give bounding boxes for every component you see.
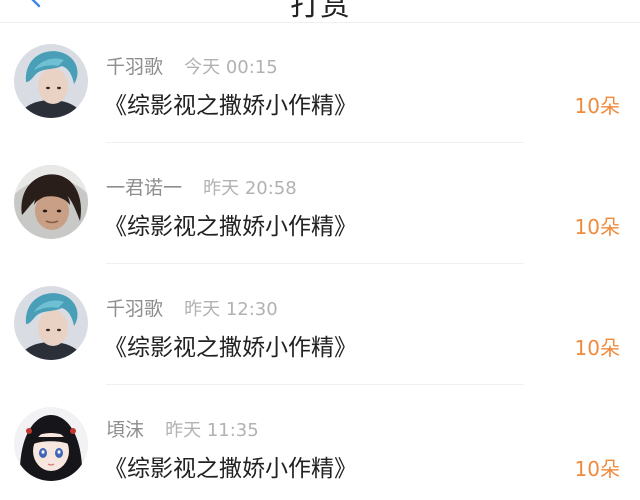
list-item[interactable]: 千羽歌 昨天 12:30 《综影视之撒娇小作精》 10朵 bbox=[0, 264, 640, 385]
username[interactable]: 一君诺一 bbox=[106, 177, 182, 199]
page-title: 打赏 bbox=[290, 0, 350, 23]
book-title[interactable]: 《综影视之撒娇小作精》 bbox=[104, 328, 357, 362]
avatar-photo-icon bbox=[14, 165, 88, 239]
username[interactable]: 千羽歌 bbox=[106, 56, 163, 78]
avatar[interactable] bbox=[14, 44, 88, 118]
item-meta: 一君诺一 昨天 20:58 bbox=[106, 173, 297, 199]
list-item[interactable]: 一君诺一 昨天 20:58 《综影视之撒娇小作精》 10朵 bbox=[0, 143, 640, 264]
list-item[interactable]: 頃沫 昨天 11:35 《综影视之撒娇小作精》 10朵 bbox=[0, 385, 640, 500]
book-title[interactable]: 《综影视之撒娇小作精》 bbox=[104, 86, 357, 120]
gift-amount: 10朵 bbox=[574, 457, 620, 481]
book-title[interactable]: 《综影视之撒娇小作精》 bbox=[104, 449, 357, 483]
avatar-blue-hair-icon bbox=[14, 44, 88, 118]
avatar-blue-hair-icon bbox=[14, 286, 88, 360]
timestamp: 昨天 12:30 bbox=[184, 299, 278, 320]
username[interactable]: 頃沫 bbox=[106, 419, 144, 441]
item-meta: 千羽歌 今天 00:15 bbox=[106, 52, 278, 78]
reward-list: 千羽歌 今天 00:15 《综影视之撒娇小作精》 10朵 一君诺一 昨天 20:… bbox=[0, 22, 640, 500]
avatar[interactable] bbox=[14, 165, 88, 239]
timestamp: 昨天 20:58 bbox=[203, 178, 297, 199]
gift-amount: 10朵 bbox=[574, 94, 620, 118]
avatar[interactable] bbox=[14, 407, 88, 481]
list-item[interactable]: 千羽歌 今天 00:15 《综影视之撒娇小作精》 10朵 bbox=[0, 22, 640, 143]
item-meta: 千羽歌 昨天 12:30 bbox=[106, 294, 278, 320]
book-title[interactable]: 《综影视之撒娇小作精》 bbox=[104, 207, 357, 241]
gift-amount: 10朵 bbox=[574, 336, 620, 360]
reward-list-page: 打赏 千羽歌 今天 00:15 《综影视之撒娇小作精》 10朵 一君诺一 昨天 … bbox=[0, 0, 640, 500]
gift-amount: 10朵 bbox=[574, 215, 620, 239]
avatar-anime-girl-icon bbox=[14, 407, 88, 481]
timestamp: 今天 00:15 bbox=[184, 57, 278, 78]
top-bar: 打赏 bbox=[0, 0, 640, 23]
item-meta: 頃沫 昨天 11:35 bbox=[106, 415, 259, 441]
avatar[interactable] bbox=[14, 286, 88, 360]
timestamp: 昨天 11:35 bbox=[165, 420, 259, 441]
username[interactable]: 千羽歌 bbox=[106, 298, 163, 320]
